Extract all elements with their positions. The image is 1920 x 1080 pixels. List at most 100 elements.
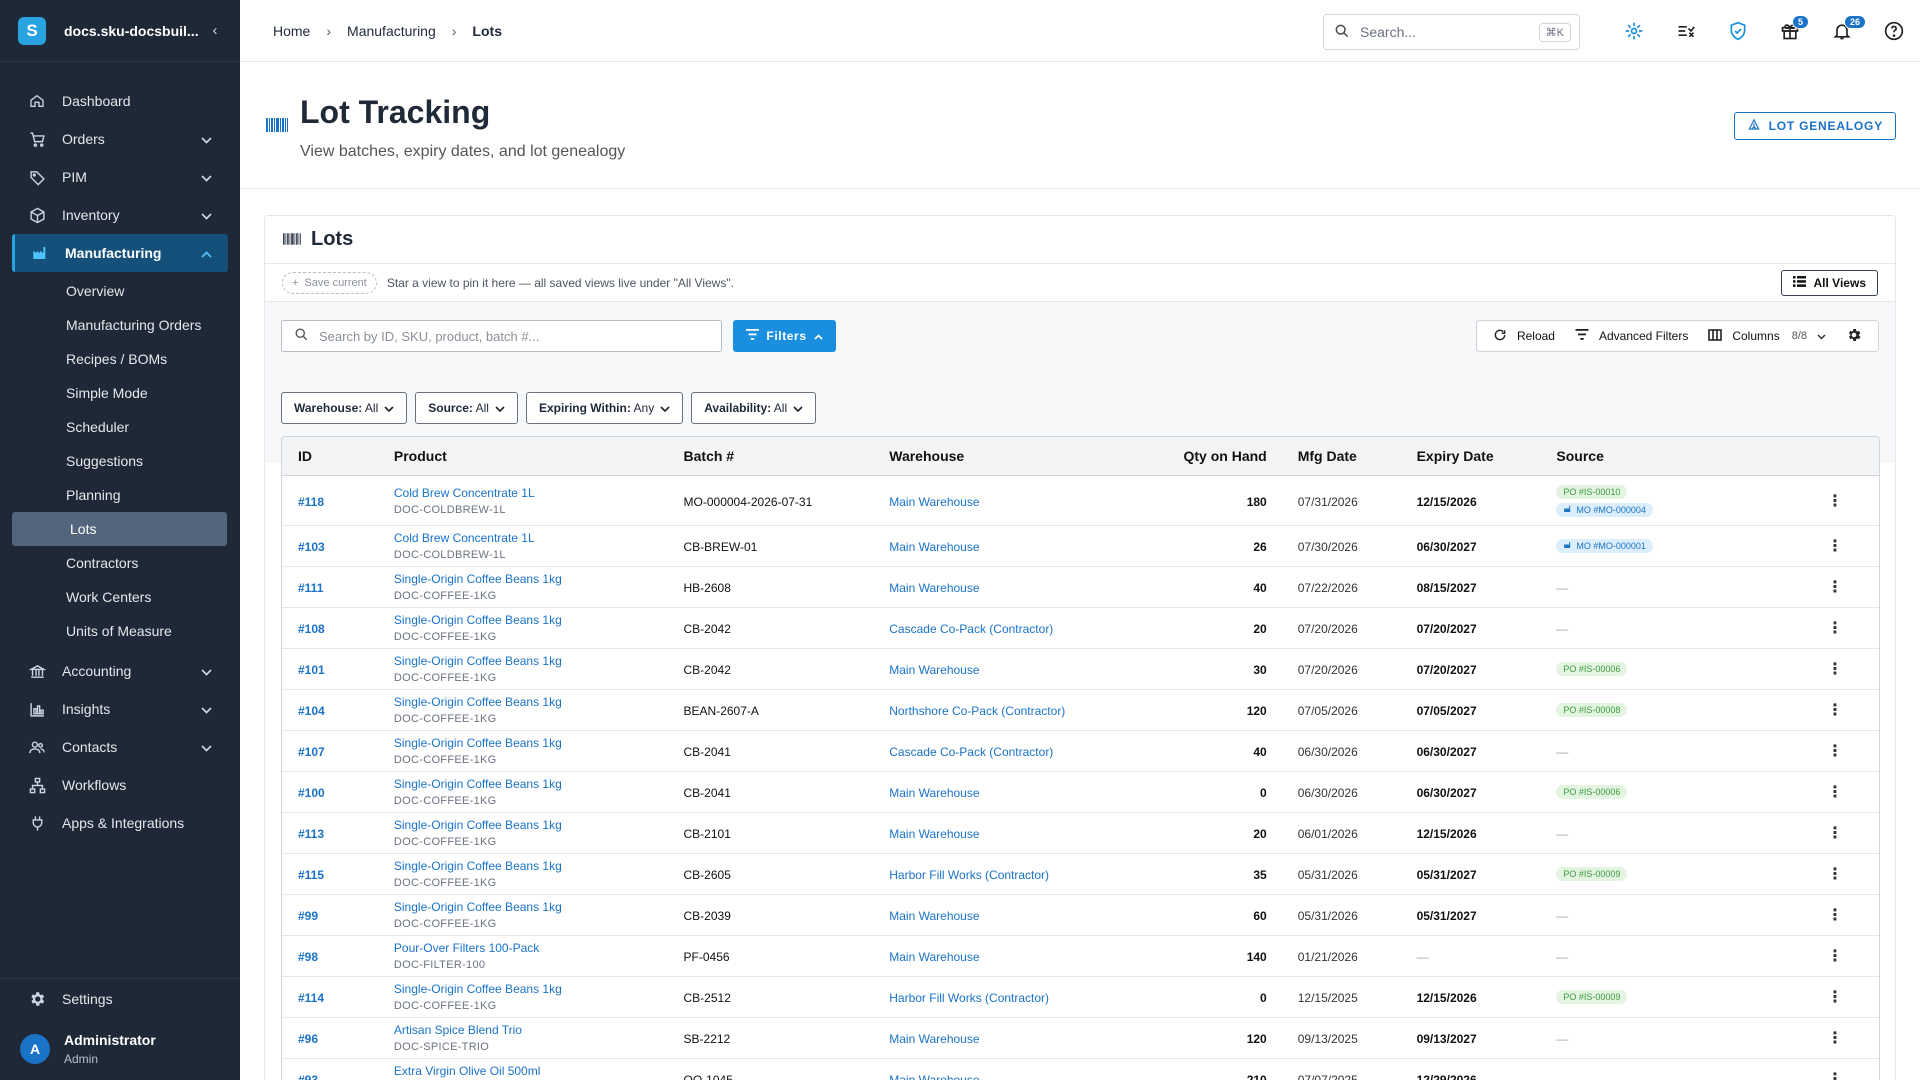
product-link[interactable]: Single-Origin Coffee Beans 1kg <box>394 818 668 832</box>
row-menu-icon[interactable]: ⋮ <box>1827 493 1843 510</box>
lot-id-link[interactable]: #101 <box>298 663 325 677</box>
warehouse-link[interactable]: Main Warehouse <box>889 1073 979 1080</box>
global-search-input[interactable]: Search... ⌘K <box>1323 14 1580 50</box>
lot-id-link[interactable]: #113 <box>298 827 324 841</box>
warehouse-link[interactable]: Cascade Co-Pack (Contractor) <box>889 745 1053 759</box>
collapse-sidebar-icon[interactable]: ‹ <box>206 22 224 39</box>
chevron-down-icon[interactable] <box>201 739 212 755</box>
product-link[interactable]: Pour-Over Filters 100-Pack <box>394 941 668 955</box>
column-header-qty[interactable]: Qty on Hand <box>1149 448 1266 464</box>
source-badge[interactable]: PO #IS-00009 <box>1556 990 1628 1004</box>
lot-id-link[interactable]: #114 <box>298 991 324 1005</box>
row-menu-icon[interactable]: ⋮ <box>1827 784 1843 801</box>
source-badge[interactable]: PO #IS-00006 <box>1556 662 1628 676</box>
product-link[interactable]: Cold Brew Concentrate 1L <box>394 486 668 500</box>
breadcrumb-home[interactable]: Home <box>273 23 310 39</box>
sidebar-item-workflows[interactable]: Workflows <box>0 766 240 804</box>
warehouse-link[interactable]: Main Warehouse <box>889 909 979 923</box>
save-current-view-button[interactable]: + Save current <box>282 271 377 294</box>
table-row[interactable]: #98 Pour-Over Filters 100-Pack DOC-FILTER-… <box>282 936 1879 977</box>
column-header-id[interactable]: ID <box>282 448 378 464</box>
filter-chip-warehouse[interactable]: Warehouse: All <box>281 392 408 424</box>
table-row[interactable]: #113 Single-Origin Coffee Beans 1kg DOC-CO… <box>282 813 1879 854</box>
ai-sparkle-icon[interactable] <box>1608 11 1660 51</box>
column-header-batch[interactable]: Batch # <box>668 448 874 464</box>
filters-button[interactable]: Filters <box>733 320 836 352</box>
sidebar-item-insights[interactable]: Insights <box>0 690 240 728</box>
warehouse-link[interactable]: Main Warehouse <box>889 950 979 964</box>
table-row[interactable]: #101 Single-Origin Coffee Beans 1kg DOC-CO… <box>282 649 1879 690</box>
row-menu-icon[interactable]: ⋮ <box>1827 907 1843 924</box>
warehouse-link[interactable]: Main Warehouse <box>889 663 979 677</box>
filter-chip-source[interactable]: Source: All <box>415 392 518 424</box>
lot-id-link[interactable]: #99 <box>298 909 318 923</box>
warehouse-link[interactable]: Main Warehouse <box>889 540 979 554</box>
row-menu-icon[interactable]: ⋮ <box>1827 743 1843 760</box>
column-header-product[interactable]: Product <box>378 448 668 464</box>
sidebar-subitem-simple-mode[interactable]: Simple Mode <box>0 376 240 410</box>
lot-id-link[interactable]: #98 <box>298 950 318 964</box>
table-row[interactable]: #118 Cold Brew Concentrate 1L DOC-COLDBREW… <box>282 476 1879 526</box>
sidebar-item-dashboard[interactable]: Dashboard <box>0 82 240 120</box>
lot-id-link[interactable]: #108 <box>298 622 325 636</box>
filter-chip-expiring-within[interactable]: Expiring Within: Any <box>525 392 684 424</box>
tasks-icon[interactable] <box>1660 11 1712 51</box>
warehouse-link[interactable]: Main Warehouse <box>889 1032 979 1046</box>
sidebar-item-pim[interactable]: PIM <box>0 158 240 196</box>
warehouse-link[interactable]: Main Warehouse <box>889 786 979 800</box>
sidebar-subitem-scheduler[interactable]: Scheduler <box>0 410 240 444</box>
sidebar-subitem-manufacturing-orders[interactable]: Manufacturing Orders <box>0 308 240 342</box>
product-link[interactable]: Single-Origin Coffee Beans 1kg <box>394 982 668 996</box>
chevron-down-icon[interactable] <box>201 701 212 717</box>
row-menu-icon[interactable]: ⋮ <box>1827 825 1843 842</box>
table-settings-button[interactable] <box>1836 327 1872 346</box>
org-name[interactable]: docs.sku-docsbuil... <box>64 23 206 39</box>
source-badge[interactable]: PO #IS-00008 <box>1556 703 1628 717</box>
warehouse-link[interactable]: Harbor Fill Works (Contractor) <box>889 868 1049 882</box>
bell-icon[interactable]: 26 <box>1816 11 1868 51</box>
product-link[interactable]: Extra Virgin Olive Oil 500ml <box>394 1064 668 1078</box>
sidebar-item-apps-integrations[interactable]: Apps & Integrations <box>0 804 240 842</box>
lot-id-link[interactable]: #100 <box>298 786 325 800</box>
filter-chip-availability[interactable]: Availability: All <box>691 392 817 424</box>
sidebar-subitem-units-of-measure[interactable]: Units of Measure <box>0 614 240 648</box>
product-link[interactable]: Single-Origin Coffee Beans 1kg <box>394 654 668 668</box>
warehouse-link[interactable]: Harbor Fill Works (Contractor) <box>889 991 1049 1005</box>
all-views-button[interactable]: All Views <box>1780 270 1878 296</box>
table-row[interactable]: #93Extra Virgin Olive Oil 500mlDOC-OLIVE… <box>282 1059 1879 1080</box>
sidebar-item-settings[interactable]: Settings <box>0 978 240 1018</box>
sidebar-item-contacts[interactable]: Contacts <box>0 728 240 766</box>
lot-id-link[interactable]: #96 <box>298 1032 318 1046</box>
row-menu-icon[interactable]: ⋮ <box>1827 989 1843 1006</box>
table-row[interactable]: #114 Single-Origin Coffee Beans 1kg DOC-CO… <box>282 977 1879 1018</box>
user-profile[interactable]: A Administrator Admin <box>0 1018 240 1080</box>
sidebar-subitem-recipes-boms[interactable]: Recipes / BOMs <box>0 342 240 376</box>
chevron-down-icon[interactable] <box>201 169 212 185</box>
table-row[interactable]: #103 Cold Brew Concentrate 1L DOC-COLDBREW… <box>282 526 1879 567</box>
source-badge[interactable]: PO #IS-00010 <box>1556 484 1628 499</box>
breadcrumb-manufacturing[interactable]: Manufacturing <box>347 23 436 39</box>
table-row[interactable]: #108 Single-Origin Coffee Beans 1kg DOC-CO… <box>282 608 1879 649</box>
product-link[interactable]: Artisan Spice Blend Trio <box>394 1023 668 1037</box>
row-menu-icon[interactable]: ⋮ <box>1827 620 1843 637</box>
row-menu-icon[interactable]: ⋮ <box>1827 702 1843 719</box>
sidebar-item-accounting[interactable]: Accounting <box>0 652 240 690</box>
warehouse-link[interactable]: Cascade Co-Pack (Contractor) <box>889 622 1053 636</box>
sidebar-subitem-planning[interactable]: Planning <box>0 478 240 512</box>
product-link[interactable]: Cold Brew Concentrate 1L <box>394 531 668 545</box>
lot-id-link[interactable]: #111 <box>298 581 323 595</box>
sidebar-item-manufacturing[interactable]: Manufacturing <box>12 234 228 272</box>
warehouse-link[interactable]: Northshore Co-Pack (Contractor) <box>889 704 1065 718</box>
chevron-down-icon[interactable] <box>201 663 212 679</box>
lot-id-link[interactable]: #104 <box>298 704 325 718</box>
row-menu-icon[interactable]: ⋮ <box>1827 1030 1843 1047</box>
lot-id-link[interactable]: #107 <box>298 745 325 759</box>
lot-id-link[interactable]: #115 <box>298 868 324 882</box>
source-badge[interactable]: MO #MO-000001 <box>1556 539 1653 553</box>
warehouse-link[interactable]: Main Warehouse <box>889 827 979 841</box>
row-menu-icon[interactable]: ⋮ <box>1827 948 1843 965</box>
sidebar-subitem-overview[interactable]: Overview <box>0 274 240 308</box>
lot-id-link[interactable]: #103 <box>298 540 325 554</box>
product-link[interactable]: Single-Origin Coffee Beans 1kg <box>394 859 668 873</box>
table-row[interactable]: #99 Single-Origin Coffee Beans 1kg DOC-COF… <box>282 895 1879 936</box>
